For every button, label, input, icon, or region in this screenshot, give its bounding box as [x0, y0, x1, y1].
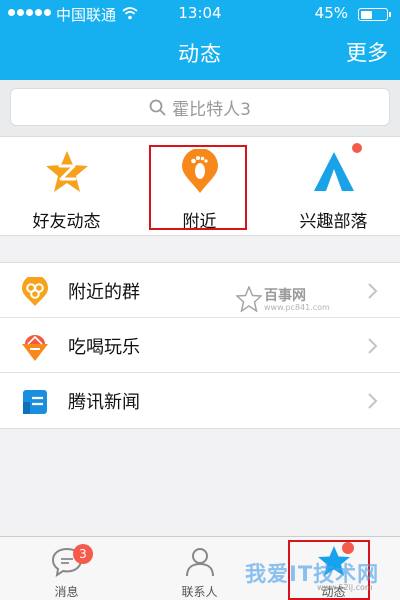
- tab-label: 消息: [54, 585, 79, 599]
- watermark-bottom: 我爱IT技术网 www.52ij.com: [225, 556, 400, 600]
- watermark-top-title: 百事网: [264, 288, 306, 304]
- tile-label: 兴趣部落: [299, 212, 368, 232]
- tile-label: 好友动态: [32, 212, 101, 232]
- list-item-label: 附近的群: [68, 282, 140, 303]
- tent-icon: [313, 152, 354, 191]
- battery-icon: [358, 8, 391, 21]
- nearby-group-icon: [22, 277, 48, 306]
- chevron-right-icon: [368, 283, 378, 299]
- highlight-box: [149, 145, 247, 230]
- list-item-label: 吃喝玩乐: [68, 337, 140, 358]
- search-placeholder: 霍比特人3: [172, 99, 251, 120]
- list-item-label: 腾讯新闻: [68, 392, 140, 413]
- qzone-star-icon: [45, 151, 88, 192]
- chevron-right-icon: [368, 338, 378, 354]
- contacts-icon: [185, 548, 214, 577]
- battery-percent: 45%: [314, 4, 348, 22]
- food-fun-icon: [22, 335, 48, 361]
- list-item-food-fun[interactable]: 吃喝玩乐: [0, 318, 400, 373]
- watermark-bottom-url: www.52ij.com: [317, 583, 373, 592]
- watermark-top: 百事网 www.pc841.com: [234, 282, 354, 320]
- header: 中国联通 13:04 45% 动态 更多: [0, 0, 400, 80]
- chevron-right-icon: [368, 393, 378, 409]
- search-input[interactable]: 霍比特人3: [10, 88, 390, 126]
- watermark-top-url: www.pc841.com: [264, 303, 330, 312]
- search-area: 霍比特人3: [0, 80, 400, 136]
- more-button[interactable]: 更多: [346, 37, 388, 67]
- tile-interest-tribe[interactable]: 兴趣部落: [267, 137, 400, 237]
- list-item-tencent-news[interactable]: 腾讯新闻: [0, 373, 400, 428]
- notification-dot: [352, 143, 362, 153]
- tab-messages[interactable]: 3 消息: [0, 537, 133, 600]
- search-icon: [149, 99, 166, 115]
- tile-friend-feed[interactable]: 好友动态: [0, 137, 133, 237]
- status-bar: 中国联通 13:04 45%: [0, 0, 400, 28]
- unread-badge: 3: [73, 544, 93, 564]
- news-icon: [23, 390, 47, 414]
- star-outline-icon: [236, 286, 262, 312]
- page-title: 动态: [178, 42, 222, 66]
